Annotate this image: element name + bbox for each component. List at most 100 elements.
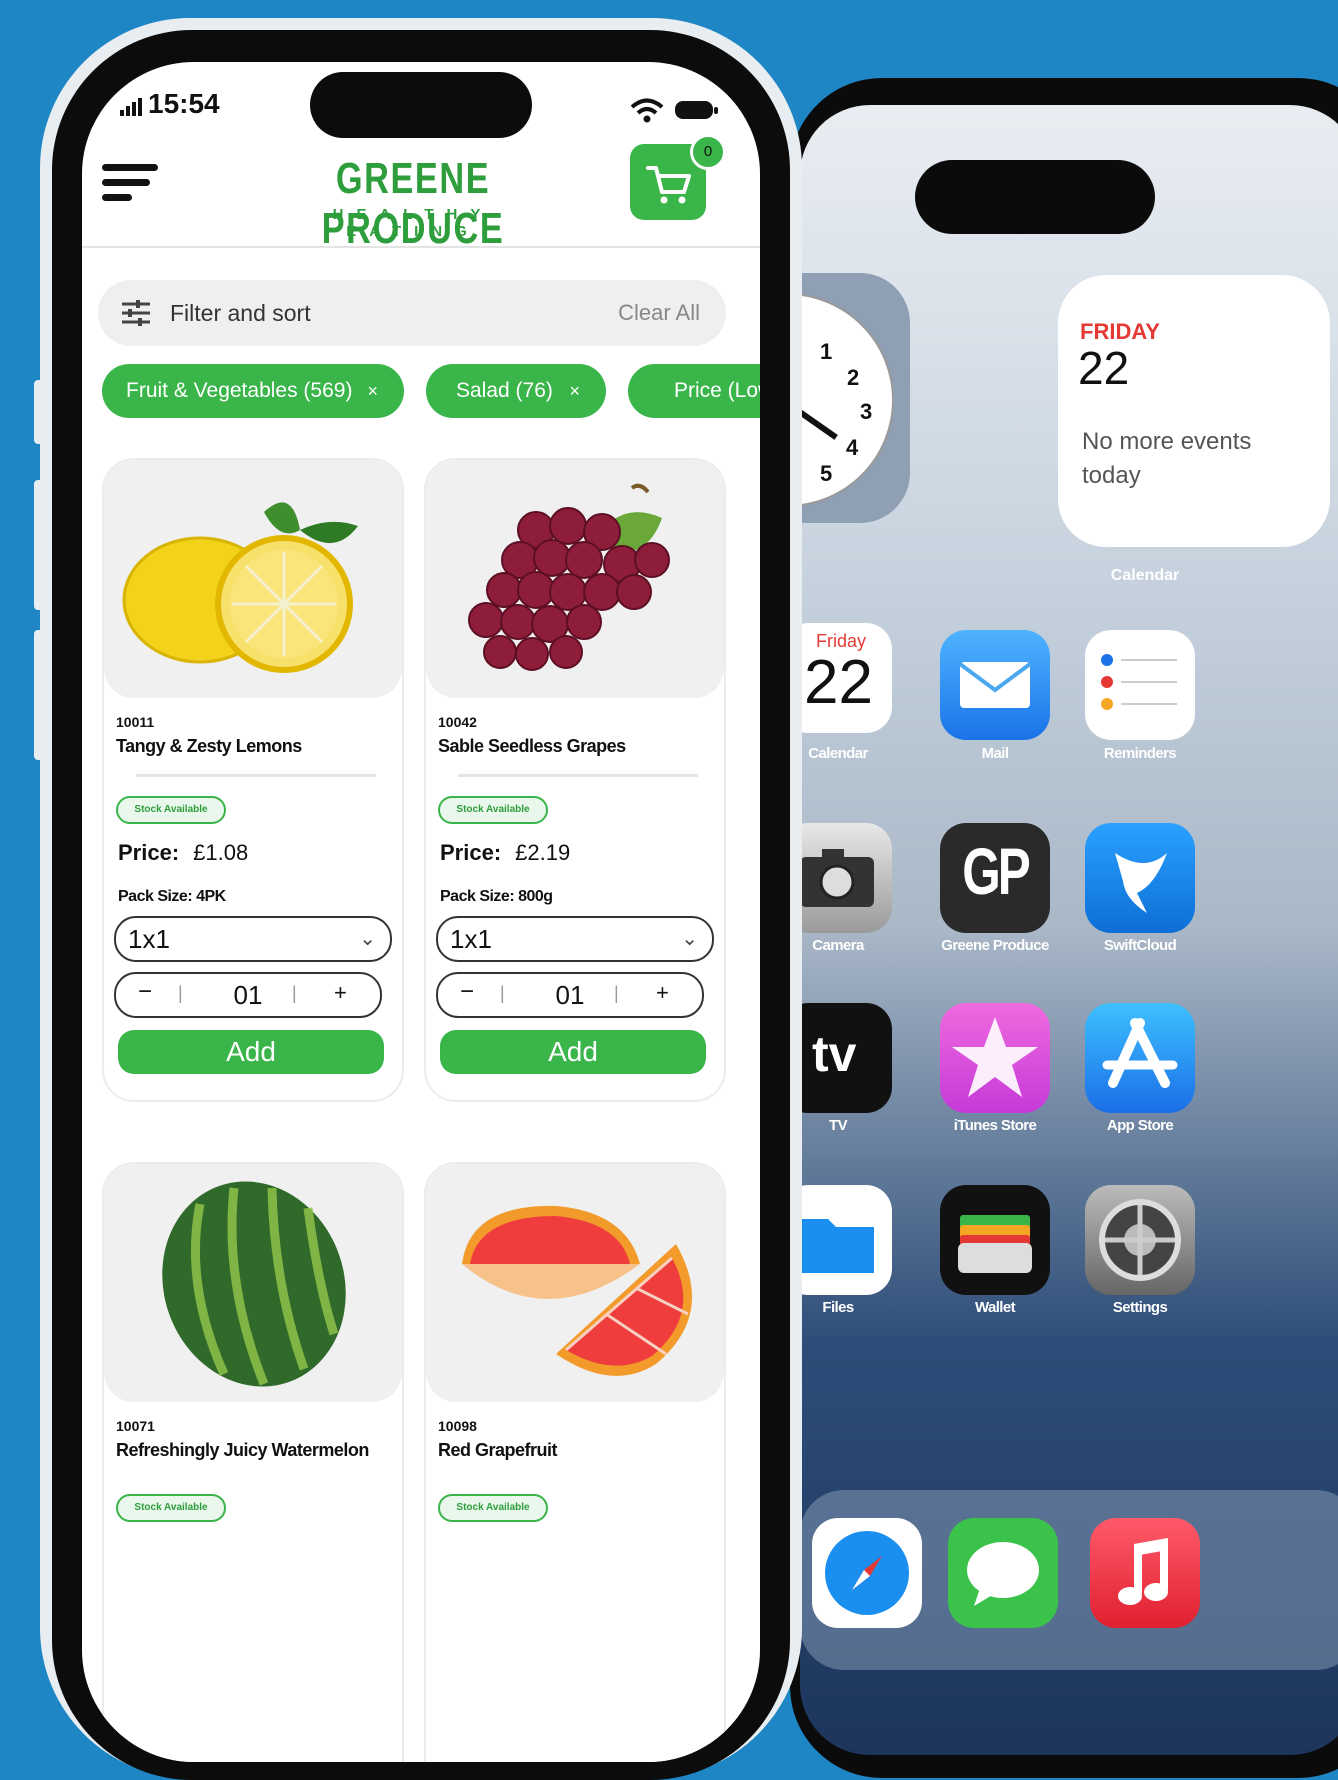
divider: | bbox=[614, 983, 619, 1003]
filter-chip-fruit-veg[interactable]: Fruit & Vegetables (569) × bbox=[102, 364, 404, 418]
settings-icon[interactable] bbox=[1085, 1185, 1195, 1295]
app-label: Calendar bbox=[808, 745, 868, 762]
product-image-grapefruit[interactable] bbox=[426, 1164, 724, 1402]
app-label: iTunes Store bbox=[953, 1117, 1037, 1134]
calendar-message: No more events today bbox=[1082, 428, 1252, 489]
clock-number: 4 bbox=[846, 435, 859, 460]
divider bbox=[458, 774, 698, 777]
close-icon[interactable]: × bbox=[569, 364, 580, 418]
calendar-widget[interactable]: FRIDAY 22 No more events today bbox=[1058, 275, 1330, 547]
star-icon bbox=[952, 1017, 1038, 1097]
app-label: Camera bbox=[812, 937, 864, 954]
app-store-icon[interactable] bbox=[1085, 1003, 1195, 1113]
price-value: £2.19 bbox=[515, 840, 571, 865]
app-label: Reminders bbox=[1103, 745, 1177, 762]
clock-number: 5 bbox=[820, 461, 833, 486]
stock-badge: Stock Available bbox=[116, 1494, 226, 1522]
pack-select-value: 1x1 bbox=[128, 924, 170, 954]
app-label: Greene Produce bbox=[941, 937, 1049, 954]
greene-produce-app-icon[interactable]: GP bbox=[940, 823, 1050, 933]
compass-icon bbox=[825, 1531, 909, 1615]
brand-tagline: HEALTHY EATING bbox=[332, 206, 494, 240]
swiftcloud-icon[interactable] bbox=[1085, 823, 1195, 933]
price-label: Price: bbox=[118, 840, 180, 865]
product-image-grapes[interactable] bbox=[426, 460, 724, 698]
close-icon[interactable]: × bbox=[367, 364, 378, 418]
reminders-icon[interactable] bbox=[1085, 630, 1195, 740]
gp-glyph: GP bbox=[962, 834, 1031, 908]
music-note-icon bbox=[1118, 1538, 1168, 1605]
product-code: 10098 bbox=[438, 1418, 477, 1434]
price: Price: £2.19 bbox=[440, 840, 570, 866]
app-label: Mail bbox=[981, 745, 1009, 762]
product-card[interactable]: 10011 Tangy & Zesty Lemons Stock Availab… bbox=[102, 458, 404, 1102]
product-code: 10071 bbox=[116, 1418, 155, 1434]
signal-icon bbox=[120, 98, 144, 123]
stock-badge: Stock Available bbox=[438, 796, 548, 824]
price-value: £1.08 bbox=[193, 840, 249, 865]
app-label: Files bbox=[822, 1299, 854, 1316]
clear-all-button[interactable]: Clear All bbox=[618, 300, 700, 326]
clock-face: 1 2 3 4 5 bbox=[800, 293, 894, 507]
clock-widget[interactable]: 1 2 3 4 5 bbox=[800, 273, 910, 523]
pack-select[interactable]: 1x1 ⌄ bbox=[436, 916, 714, 962]
filter-sort-bar[interactable]: Filter and sort Clear All bbox=[98, 280, 726, 346]
calendar-date: 22 bbox=[1078, 342, 1130, 394]
music-icon[interactable] bbox=[1090, 1518, 1200, 1628]
folder-icon bbox=[800, 1219, 874, 1273]
pack-size: Pack Size: 800g bbox=[440, 888, 553, 905]
mail-icon[interactable] bbox=[940, 630, 1050, 740]
quantity-stepper[interactable]: − | 01 | + bbox=[436, 972, 704, 1018]
clock-number: 3 bbox=[860, 399, 873, 424]
pack-select[interactable]: 1x1 ⌄ bbox=[114, 916, 392, 962]
product-name[interactable]: Tangy & Zesty Lemons bbox=[116, 736, 302, 757]
product-card[interactable]: 10042 Sable Seedless Grapes Stock Availa… bbox=[424, 458, 726, 1102]
plus-button[interactable]: + bbox=[656, 980, 669, 1006]
list-icon bbox=[1101, 654, 1177, 710]
sliders-icon bbox=[122, 300, 150, 326]
camera-glyph-icon bbox=[800, 849, 874, 907]
product-card[interactable]: 10071 Refreshingly Juicy Watermelon Stoc… bbox=[102, 1162, 404, 1762]
chip-label: Price (Low bbox=[674, 379, 760, 402]
app-label: TV bbox=[829, 1117, 848, 1134]
cart-count-badge: 0 bbox=[690, 134, 726, 170]
messages-icon[interactable] bbox=[948, 1518, 1058, 1628]
files-icon[interactable] bbox=[800, 1185, 892, 1295]
app-label: Settings bbox=[1112, 1299, 1168, 1316]
clock-number: 2 bbox=[847, 365, 860, 390]
product-image-lemons[interactable] bbox=[104, 460, 402, 698]
stock-badge: Stock Available bbox=[116, 796, 226, 824]
header-divider bbox=[82, 246, 760, 248]
wallet-icon[interactable] bbox=[940, 1185, 1050, 1295]
calendar-icon-date: 22 bbox=[804, 648, 873, 717]
pack-select-value: 1x1 bbox=[450, 924, 492, 954]
product-image-watermelon[interactable] bbox=[104, 1164, 402, 1402]
product-name[interactable]: Sable Seedless Grapes bbox=[438, 736, 626, 757]
pack-size: Pack Size: 4PK bbox=[118, 888, 226, 905]
clock-hand bbox=[800, 400, 838, 440]
chip-label: Fruit & Vegetables (569) bbox=[126, 379, 353, 402]
product-code: 10011 bbox=[116, 714, 155, 730]
menu-icon[interactable] bbox=[102, 164, 158, 209]
price-label: Price: bbox=[440, 840, 502, 865]
chevron-down-icon: ⌄ bbox=[359, 928, 376, 950]
filter-chip-salad[interactable]: Salad (76) × bbox=[426, 364, 606, 418]
add-button[interactable]: Add bbox=[118, 1030, 384, 1074]
plus-button[interactable]: + bbox=[334, 980, 347, 1006]
app-screen: 15:54 GREENE PRODUCE HEALTHY EATING 0 Fi… bbox=[82, 62, 760, 1762]
chip-label: Salad (76) bbox=[456, 379, 553, 402]
product-code: 10042 bbox=[438, 714, 477, 730]
tv-app-icon[interactable]: tv bbox=[800, 1003, 892, 1113]
add-button[interactable]: Add bbox=[440, 1030, 706, 1074]
product-card[interactable]: 10098 Red Grapefruit Stock Available bbox=[424, 1162, 726, 1762]
product-name[interactable]: Red Grapefruit bbox=[438, 1440, 558, 1461]
dynamic-island bbox=[310, 72, 532, 138]
itunes-store-icon[interactable] bbox=[940, 1003, 1050, 1113]
camera-icon[interactable] bbox=[800, 823, 892, 933]
product-name[interactable]: Refreshingly Juicy Watermelon bbox=[116, 1440, 369, 1461]
calendar-app-icon[interactable]: Friday 22 bbox=[800, 623, 892, 733]
filter-chip-price[interactable]: Price (Low bbox=[628, 364, 760, 418]
wifi-icon bbox=[630, 98, 664, 129]
safari-icon[interactable] bbox=[812, 1518, 922, 1628]
quantity-stepper[interactable]: − | 01 | + bbox=[114, 972, 382, 1018]
